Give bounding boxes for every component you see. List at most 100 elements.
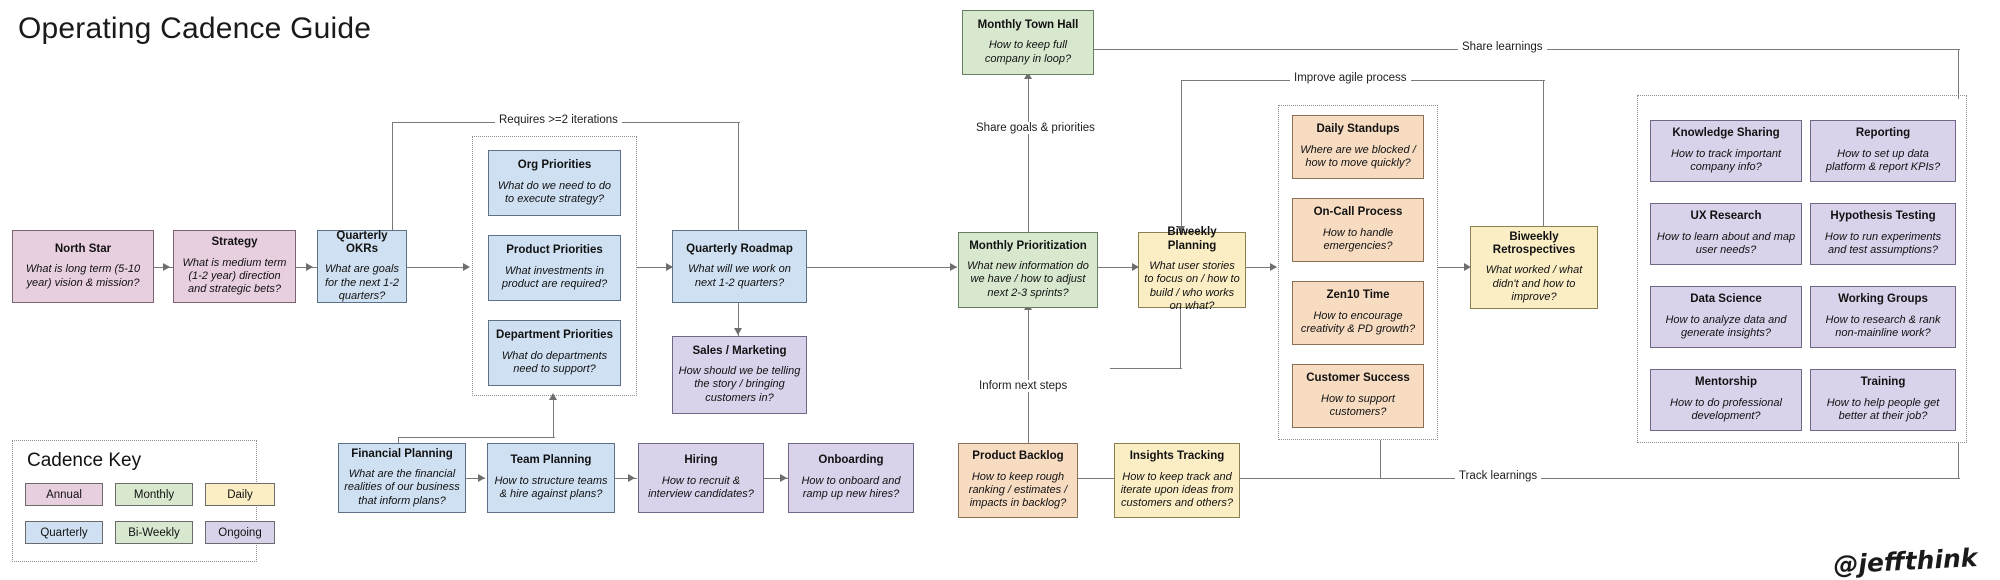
arrowhead xyxy=(950,263,957,271)
node-financial-planning[interactable]: Financial Planning What are the financia… xyxy=(338,443,466,513)
arrowhead xyxy=(780,474,787,482)
node-monthly-prioritization[interactable]: Monthly Prioritization What new informat… xyxy=(958,232,1098,308)
edge-label-requires-iterations: Requires >=2 iterations xyxy=(495,114,622,126)
arrowhead xyxy=(1270,263,1277,271)
node-title: Data Science xyxy=(1690,293,1762,306)
node-title: Strategy xyxy=(211,236,258,249)
legend-chip-daily[interactable]: Daily xyxy=(205,483,275,506)
node-product-backlog[interactable]: Product Backlog How to keep rough rankin… xyxy=(958,443,1078,518)
legend-chip-monthly[interactable]: Monthly xyxy=(115,483,193,506)
edge-improve-agile-down xyxy=(1181,80,1183,232)
edge-monthlyprior-townhall xyxy=(1028,75,1030,233)
node-biweekly-retrospectives[interactable]: Biweekly Retrospectives What worked / wh… xyxy=(1470,226,1598,309)
node-desc: How to support customers? xyxy=(1321,392,1395,419)
node-title: Customer Success xyxy=(1306,372,1410,385)
node-title: On-Call Process xyxy=(1313,206,1403,219)
node-desc: What worked / what didn't and how to imp… xyxy=(1485,264,1583,303)
node-title: Hypothesis Testing xyxy=(1830,210,1936,223)
node-desc: How to keep rough ranking / estimates / … xyxy=(968,470,1068,510)
node-org-priorities[interactable]: Org Priorities What do we need to do to … xyxy=(488,150,621,216)
node-desc: What user stories to focus on / how to b… xyxy=(1144,259,1240,313)
node-knowledge-sharing[interactable]: Knowledge Sharing How to track important… xyxy=(1650,120,1802,182)
node-desc: What are goals for the next 1-2 quarters… xyxy=(325,263,399,302)
node-desc: How to onboard and ramp up new hires? xyxy=(801,474,901,501)
node-oncall-process[interactable]: On-Call Process How to handle emergencie… xyxy=(1292,198,1424,262)
node-hypothesis-testing[interactable]: Hypothesis Testing How to run experiment… xyxy=(1810,203,1956,265)
node-team-planning[interactable]: Team Planning How to structure teams & h… xyxy=(487,443,615,513)
node-desc: What investments in product are required… xyxy=(501,264,608,291)
node-reporting[interactable]: Reporting How to set up data platform & … xyxy=(1810,120,1956,182)
node-ux-research[interactable]: UX Research How to learn about and map u… xyxy=(1650,203,1802,265)
node-quarterly-okrs[interactable]: Quarterly OKRs What are goals for the ne… xyxy=(317,230,407,303)
cadence-key-panel: Cadence Key Annual Monthly Daily Quarter… xyxy=(12,440,275,562)
node-title: Monthly Town Hall xyxy=(977,18,1079,31)
node-quarterly-roadmap[interactable]: Quarterly Roadmap What will we work on n… xyxy=(672,230,807,303)
node-insights-tracking[interactable]: Insights Tracking How to keep track and … xyxy=(1114,443,1240,518)
arrowhead xyxy=(628,474,635,482)
arrowhead xyxy=(549,393,557,400)
legend-chip-annual[interactable]: Annual xyxy=(25,483,103,506)
edge-roadmap-monthlyprior xyxy=(807,267,957,269)
node-title: Knowledge Sharing xyxy=(1672,127,1780,140)
legend-chip-quarterly[interactable]: Quarterly xyxy=(25,521,103,544)
node-daily-standups[interactable]: Daily Standups Where are we blocked / ho… xyxy=(1292,115,1424,179)
node-title: Insights Tracking xyxy=(1129,450,1225,463)
node-desc: How to help people get better at their j… xyxy=(1826,396,1940,423)
arrowhead xyxy=(463,263,470,271)
edge-okrs-priorities xyxy=(406,267,466,269)
arrowhead xyxy=(163,263,170,271)
node-product-priorities[interactable]: Product Priorities What investments in p… xyxy=(488,235,621,301)
edge-share-learnings-v xyxy=(1958,49,1960,99)
node-title: Mentorship xyxy=(1695,376,1757,389)
node-customer-success[interactable]: Customer Success How to support customer… xyxy=(1292,364,1424,428)
node-zen10-time[interactable]: Zen10 Time How to encourage creativity &… xyxy=(1292,281,1424,345)
node-title: Zen10 Time xyxy=(1326,289,1390,302)
node-desc: How to encourage creativity & PD growth? xyxy=(1300,309,1416,336)
arrowhead xyxy=(734,328,742,335)
node-desc: How to recruit & interview candidates? xyxy=(648,474,754,501)
edge-inform-next-steps xyxy=(1028,308,1030,448)
node-monthly-town-hall[interactable]: Monthly Town Hall How to keep full compa… xyxy=(962,10,1094,75)
edge-biweekly-down-h xyxy=(1110,368,1182,370)
node-desc: How to track important company info? xyxy=(1670,147,1782,174)
node-title: Training xyxy=(1860,376,1906,389)
edge-label-inform-next-steps: Inform next steps xyxy=(975,380,1072,392)
node-training[interactable]: Training How to help people get better a… xyxy=(1810,369,1956,431)
node-title: Quarterly Roadmap xyxy=(686,242,793,255)
node-title: Reporting xyxy=(1855,127,1911,140)
edge-iteration-down xyxy=(392,122,394,240)
node-hiring[interactable]: Hiring How to recruit & interview candid… xyxy=(638,443,764,513)
node-title: Quarterly OKRs xyxy=(336,229,388,255)
edge-label-share-goals: Share goals & priorities xyxy=(972,122,1099,134)
node-desc: How to do professional development? xyxy=(1670,396,1782,423)
signature: @jeffthink xyxy=(1832,543,1978,580)
node-title: Org Priorities xyxy=(517,159,592,172)
node-desc: How to set up data platform & report KPI… xyxy=(1825,147,1941,174)
node-department-priorities[interactable]: Department Priorities What do department… xyxy=(488,320,621,386)
node-title: Team Planning xyxy=(510,454,592,467)
node-title: Product Backlog xyxy=(972,450,1064,463)
node-desc: What new information do we have / how to… xyxy=(967,260,1089,299)
edge-dept-down xyxy=(553,396,555,438)
node-working-groups[interactable]: Working Groups How to research & rank no… xyxy=(1810,286,1956,348)
edge-improve-agile-up xyxy=(1543,80,1545,240)
node-desc: What is long term (5-10 year) vision & m… xyxy=(25,263,141,289)
legend-chip-biweekly[interactable]: Bi-Weekly xyxy=(115,521,193,544)
node-desc: What will we work on next 1-2 quarters? xyxy=(688,263,791,289)
node-sales-marketing[interactable]: Sales / Marketing How should we be telli… xyxy=(672,336,807,414)
node-desc: How to analyze data and generate insight… xyxy=(1665,313,1787,340)
node-title: Hiring xyxy=(684,454,718,467)
node-desc: How to structure teams & hire against pl… xyxy=(494,474,608,501)
node-north-star[interactable]: North Star What is long term (5-10 year)… xyxy=(12,230,154,303)
node-strategy[interactable]: Strategy What is medium term (1-2 year) … xyxy=(173,230,296,303)
node-biweekly-planning[interactable]: Biweekly Planning What user stories to f… xyxy=(1138,226,1246,312)
edge-label-improve-agile: Improve agile process xyxy=(1290,72,1411,84)
node-title: Biweekly Retrospectives xyxy=(1492,230,1576,256)
node-desc: How to run experiments and test assumpti… xyxy=(1824,230,1942,257)
node-data-science[interactable]: Data Science How to analyze data and gen… xyxy=(1650,286,1802,348)
node-mentorship[interactable]: Mentorship How to do professional develo… xyxy=(1650,369,1802,431)
node-onboarding[interactable]: Onboarding How to onboard and ramp up ne… xyxy=(788,443,914,513)
edge-iteration-up xyxy=(738,122,740,242)
legend-chip-ongoing[interactable]: Ongoing xyxy=(205,521,275,544)
edge-dept-left-h xyxy=(398,437,555,439)
